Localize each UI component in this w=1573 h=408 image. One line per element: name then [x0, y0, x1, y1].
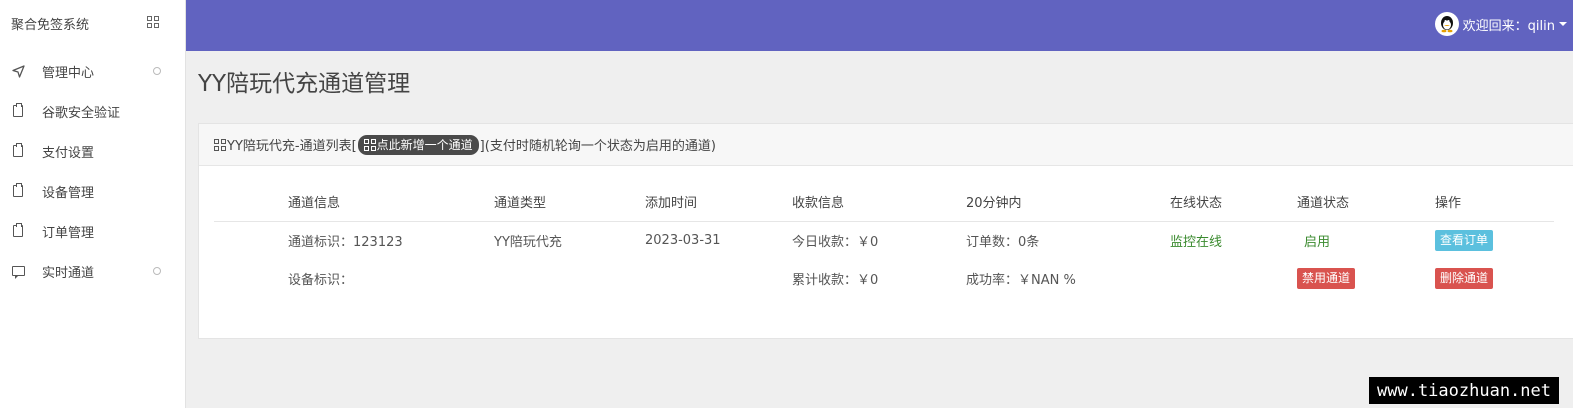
view-orders-button[interactable]: 查看订单	[1435, 229, 1494, 251]
clipboard-icon	[11, 223, 25, 238]
add-channel-label: 点此新增一个通道	[376, 138, 473, 152]
sidebar: 聚合免签系统 管理中心 谷歌安全验证 支付设置 设备管理 订单管理 实时通道	[0, 0, 186, 408]
panel-heading: YY陪玩代充-通道列表[ 点此新增一个通道 ](支付时随机轮询一个状态为启用的通…	[199, 124, 1573, 166]
table-header-row: 通道信息 通道类型 添加时间 收款信息 20分钟内 在线状态 通道状态 操作	[214, 182, 1554, 222]
column-header: 通道类型	[494, 182, 645, 222]
panel-heading-prefix: YY陪玩代充-通道列表[	[227, 139, 357, 154]
clipboard-icon	[11, 183, 25, 198]
grid-icon[interactable]	[147, 16, 161, 30]
sidebar-item-label: 设备管理	[42, 185, 95, 201]
online-status: 监控在线	[1170, 234, 1223, 250]
watermark: www.tiaozhuan.net	[1369, 377, 1559, 404]
qrcode-icon	[214, 138, 226, 151]
today-income: 今日收款：￥0	[792, 234, 879, 250]
top-bar: 欢迎回来：qilin	[186, 0, 1573, 51]
column-header: 通道信息	[288, 182, 494, 222]
added-date: 2023-03-31	[645, 232, 721, 248]
qrcode-icon	[363, 138, 376, 151]
channel-id: 通道标识：123123	[288, 234, 403, 250]
delete-channel-button[interactable]: 删除通道	[1435, 267, 1494, 289]
sidebar-item-label: 管理中心	[42, 65, 95, 81]
channel-table: 通道信息 通道类型 添加时间 收款信息 20分钟内 在线状态 通道状态 操作 通…	[214, 182, 1554, 297]
channel-status: 启用	[1304, 234, 1331, 250]
panel-heading-suffix: ](支付时随机轮询一个状态为启用的通道)	[479, 139, 716, 154]
sidebar-item-payment-settings[interactable]: 支付设置	[0, 131, 185, 171]
user-menu[interactable]: 欢迎回来：qilin	[1434, 12, 1567, 36]
channel-list-panel: YY陪玩代充-通道列表[ 点此新增一个通道 ](支付时随机轮询一个状态为启用的通…	[198, 123, 1573, 339]
channel-type: YY陪玩代充	[494, 234, 562, 250]
avatar	[1434, 12, 1459, 36]
brand: 聚合免签系统	[0, 0, 185, 46]
disable-channel-button[interactable]: 禁用通道	[1297, 267, 1356, 289]
column-header: 20分钟内	[966, 182, 1170, 222]
column-header: 操作	[1435, 182, 1554, 222]
sidebar-nav: 管理中心 谷歌安全验证 支付设置 设备管理 订单管理 实时通道	[0, 51, 185, 291]
sidebar-item-google-auth[interactable]: 谷歌安全验证	[0, 91, 185, 131]
welcome-text: 欢迎回来：qilin	[1462, 18, 1555, 34]
sidebar-item-label: 实时通道	[42, 265, 95, 281]
add-channel-button[interactable]: 点此新增一个通道	[357, 134, 479, 155]
column-header: 通道状态	[1297, 182, 1435, 222]
table-row: 通道标识：123123 YY陪玩代充 2023-03-31 今日收款：￥0 订单…	[214, 221, 1554, 259]
total-income: 累计收款：￥0	[792, 272, 879, 288]
chevron-down-icon	[1559, 22, 1567, 26]
sidebar-item-label: 支付设置	[42, 145, 95, 161]
message-icon	[11, 264, 25, 279]
sidebar-item-orders[interactable]: 订单管理	[0, 211, 185, 251]
sidebar-item-realtime-channels[interactable]: 实时通道	[0, 251, 185, 291]
clipboard-icon	[11, 143, 25, 158]
order-count: 订单数：0条	[966, 234, 1040, 250]
table-row: 设备标识： 累计收款：￥0 成功率：￥NAN % 禁用通道 删除通道	[214, 259, 1554, 297]
sidebar-item-label: 订单管理	[42, 225, 95, 241]
sidebar-item-label: 谷歌安全验证	[42, 105, 121, 121]
page-title: YY陪玩代充通道管理	[198, 71, 411, 97]
expand-dot-icon	[153, 67, 161, 75]
sidebar-item-dashboard[interactable]: 管理中心	[0, 51, 185, 91]
brand-title: 聚合免签系统	[11, 17, 90, 33]
success-rate: 成功率：￥NAN %	[966, 272, 1076, 288]
sidebar-item-devices[interactable]: 设备管理	[0, 171, 185, 211]
column-header: 在线状态	[1170, 182, 1297, 222]
send-icon	[11, 64, 25, 78]
device-id: 设备标识：	[288, 272, 354, 288]
column-header: 收款信息	[792, 182, 966, 222]
clipboard-icon	[11, 103, 25, 118]
column-header: 添加时间	[645, 182, 792, 222]
expand-dot-icon	[153, 267, 161, 275]
